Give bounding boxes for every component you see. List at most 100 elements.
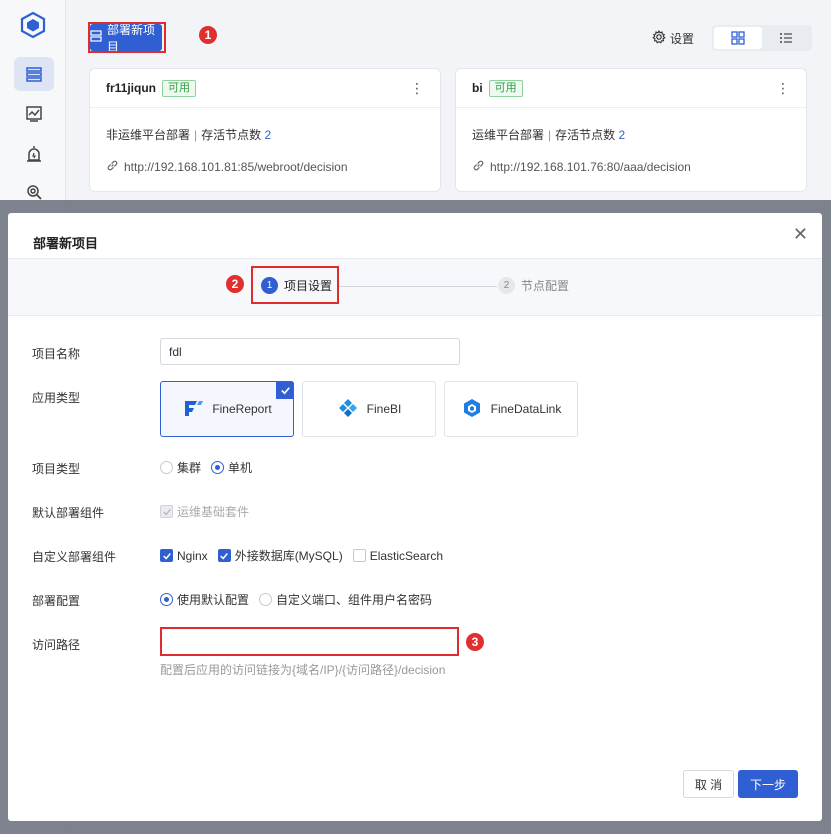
radio-label: 自定义端口、组件用户名密码: [276, 593, 433, 607]
access-path-input[interactable]: [160, 627, 459, 656]
nav-monitor-icon[interactable]: [14, 97, 54, 131]
nav-deploy-icon[interactable]: [14, 57, 54, 91]
access-path-label: 访问路径: [32, 638, 81, 652]
nodes-label: 存活节点数: [555, 128, 616, 142]
annotation-box: [88, 22, 166, 53]
project-url-text: http://192.168.101.76:80/aaa/decision: [490, 160, 691, 174]
next-step-button[interactable]: 下一步: [738, 770, 798, 798]
project-info: 非运维平台部署 | 存活节点数 2: [106, 126, 424, 143]
radio-label: 集群: [177, 461, 202, 475]
step-node-config[interactable]: 2 节点配置: [498, 277, 569, 294]
app-type-finedatalink[interactable]: FineDataLink: [444, 381, 578, 437]
deploy-dialog: 部署新项目 ✕ 1 项目设置 2 节点配置 项目名称 应用类型 FineRepo…: [8, 213, 822, 821]
checkbox-label: Nginx: [177, 548, 208, 563]
project-url-text: http://192.168.101.81:85/webroot/decisio…: [124, 160, 348, 174]
step-label: 项目设置: [284, 278, 333, 293]
step-number: 1: [261, 276, 278, 294]
radio-label: 使用默认配置: [177, 593, 250, 607]
checkbox-label: ElasticSearch: [369, 548, 444, 563]
deploy-type: 非运维平台部署: [106, 128, 191, 142]
close-icon[interactable]: ✕: [793, 225, 808, 243]
gear-icon: [652, 29, 666, 47]
checkbox-disabled: [160, 505, 173, 518]
checkbox-mysql[interactable]: 外接数据库(MySQL): [217, 547, 343, 564]
checkbox-elasticsearch[interactable]: ElasticSearch: [352, 548, 444, 563]
project-url[interactable]: http://192.168.101.81:85/webroot/decisio…: [106, 159, 424, 175]
finebi-icon: [337, 397, 359, 422]
radio-button[interactable]: [160, 461, 173, 474]
default-components-label: 默认部署组件: [32, 506, 105, 520]
radio-button[interactable]: [160, 593, 173, 606]
project-card[interactable]: fr11jiqun 可用 ⋮ 非运维平台部署 | 存活节点数 2 http://19…: [89, 68, 441, 192]
settings-button[interactable]: 设置: [652, 29, 695, 47]
project-info: 运维平台部署 | 存活节点数 2: [472, 126, 790, 143]
custom-components-group: Nginx 外接数据库(MySQL) ElasticSearch: [160, 547, 453, 564]
separator: |: [194, 128, 198, 142]
annotation-marker-3: 3: [466, 633, 484, 651]
checkbox-unchecked[interactable]: [352, 549, 366, 562]
radio-label: 单机: [228, 461, 253, 475]
radio-button[interactable]: [259, 593, 273, 606]
list-view-icon[interactable]: [762, 27, 810, 49]
checkbox-label: 运维基础套件: [177, 505, 250, 519]
step-project-settings[interactable]: 1 项目设置: [251, 266, 339, 304]
step-connector: [339, 286, 497, 287]
custom-components-label: 自定义部署组件: [32, 550, 117, 564]
radio-custom-config[interactable]: 自定义端口、组件用户名密码: [259, 591, 432, 608]
project-url[interactable]: http://192.168.101.76:80/aaa/decision: [472, 159, 790, 175]
radio-button[interactable]: [211, 461, 225, 474]
default-components-group: 运维基础套件: [160, 503, 259, 520]
view-toggle: [712, 25, 812, 51]
checkbox-ops-suite: 运维基础套件: [160, 503, 249, 520]
annotation-marker-1: 1: [199, 26, 217, 44]
annotation-marker-2: 2: [226, 275, 244, 293]
app-type-label: 应用类型: [32, 391, 81, 405]
checkbox-checked[interactable]: [217, 549, 231, 562]
finedatalink-icon: [461, 397, 483, 422]
deploy-config-radio-group: 使用默认配置 自定义端口、组件用户名密码: [160, 591, 442, 608]
more-options-icon[interactable]: ⋮: [776, 80, 790, 97]
grid-view-icon[interactable]: [714, 27, 762, 49]
link-icon: [472, 159, 485, 175]
link-icon: [106, 159, 119, 175]
checkbox-nginx[interactable]: Nginx: [160, 549, 208, 563]
nodes-label: 存活节点数: [201, 128, 262, 142]
project-name-input[interactable]: [160, 338, 460, 365]
cancel-button[interactable]: 取 消: [683, 770, 734, 798]
project-name: fr11jiqun: [106, 81, 157, 95]
project-name-label: 项目名称: [32, 347, 81, 361]
step-label: 节点配置: [521, 279, 570, 293]
app-logo-icon[interactable]: [20, 11, 46, 39]
app-type-finebi[interactable]: FineBI: [302, 381, 436, 437]
separator: |: [548, 128, 552, 142]
checkbox-label: 外接数据库(MySQL): [234, 549, 343, 563]
app-type-label: FineReport: [212, 402, 272, 416]
settings-label: 设置: [670, 32, 695, 46]
deploy-new-project-button[interactable]: 部署新项目: [88, 22, 166, 54]
project-type-radio-group: 集群 单机: [160, 459, 262, 476]
finereport-icon: [182, 397, 204, 422]
checkbox-checked[interactable]: [160, 549, 173, 562]
nav-alarm-icon[interactable]: [14, 137, 54, 171]
steps-bar: 1 项目设置 2 节点配置: [8, 258, 822, 316]
dialog-title: 部署新项目: [33, 236, 99, 251]
project-card[interactable]: bi 可用 ⋮ 运维平台部署 | 存活节点数 2 http://192.168.10…: [455, 68, 807, 192]
radio-default-config[interactable]: 使用默认配置: [160, 591, 249, 608]
app-type-label: FineDataLink: [490, 402, 562, 416]
app-type-finereport[interactable]: FineReport: [160, 381, 294, 437]
radio-cluster[interactable]: 集群: [160, 459, 201, 476]
nodes-count: 2: [618, 128, 626, 142]
nodes-count: 2: [264, 128, 272, 142]
project-type-label: 项目类型: [32, 462, 81, 476]
deploy-type: 运维平台部署: [472, 128, 545, 142]
step-number: 2: [498, 277, 515, 294]
access-path-hint: 配置后应用的访问链接为{域名/IP}/{访问路径}/decision: [160, 663, 446, 677]
status-badge: 可用: [162, 79, 197, 97]
radio-standalone[interactable]: 单机: [211, 459, 252, 476]
deploy-config-label: 部署配置: [32, 594, 81, 608]
app-type-label: FineBI: [366, 402, 402, 416]
more-options-icon[interactable]: ⋮: [410, 80, 424, 97]
checkmark-icon: [276, 381, 294, 399]
status-badge: 可用: [488, 79, 523, 97]
project-name: bi: [472, 81, 483, 95]
